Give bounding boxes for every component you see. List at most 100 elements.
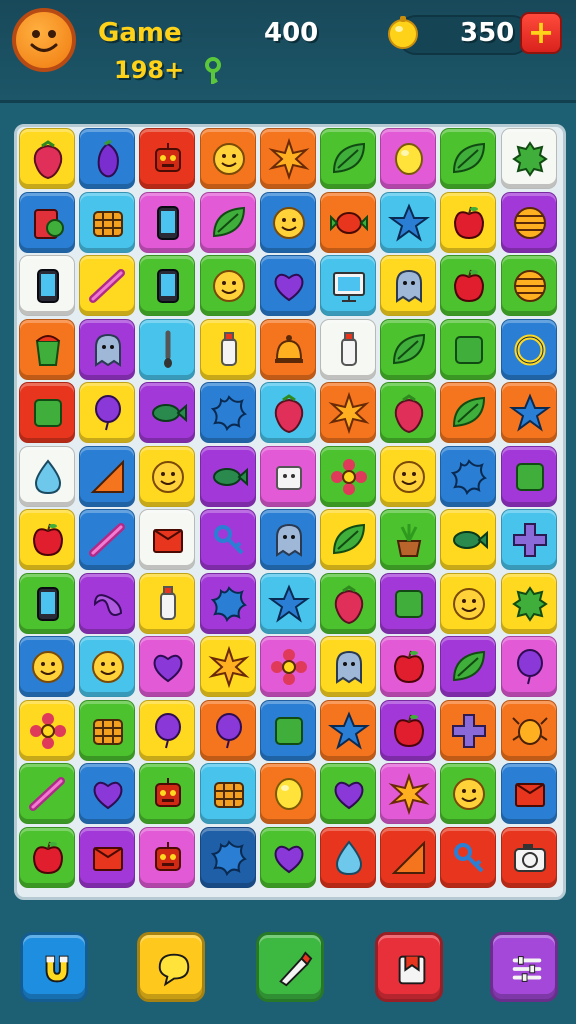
tile-2-2[interactable] xyxy=(139,255,196,316)
tile-10-8[interactable] xyxy=(500,763,557,824)
tile-5-6[interactable] xyxy=(380,445,437,507)
tile-11-7[interactable] xyxy=(440,826,497,888)
tile-1-1[interactable] xyxy=(79,191,136,253)
tile-11-0[interactable] xyxy=(19,826,75,888)
tile-0-4[interactable] xyxy=(259,128,316,189)
tile-5-5[interactable] xyxy=(320,445,376,507)
tile-7-3[interactable] xyxy=(199,572,256,634)
hammer-button[interactable] xyxy=(256,932,324,1002)
tile-4-5[interactable] xyxy=(320,382,376,443)
tile-11-1[interactable] xyxy=(79,826,136,888)
tile-11-5[interactable] xyxy=(320,826,376,888)
shop-button[interactable] xyxy=(375,932,443,1002)
tile-11-4[interactable] xyxy=(259,826,316,888)
magnet-button[interactable] xyxy=(20,932,88,1002)
tile-2-3[interactable] xyxy=(199,255,256,316)
tile-3-7[interactable] xyxy=(440,318,497,380)
tile-4-7[interactable] xyxy=(440,382,497,443)
tile-10-7[interactable] xyxy=(440,763,497,824)
tile-5-8[interactable] xyxy=(500,445,557,507)
tile-10-1[interactable] xyxy=(79,763,136,824)
tile-0-7[interactable] xyxy=(440,128,497,189)
tile-1-5[interactable] xyxy=(320,191,376,253)
tile-6-2[interactable] xyxy=(139,509,196,570)
tile-11-6[interactable] xyxy=(380,826,437,888)
tile-9-8[interactable] xyxy=(500,699,557,761)
tile-1-7[interactable] xyxy=(440,191,497,253)
tile-5-0[interactable] xyxy=(19,445,75,507)
tile-11-3[interactable] xyxy=(199,826,256,888)
tile-2-0[interactable] xyxy=(19,255,75,316)
tile-6-3[interactable] xyxy=(199,509,256,570)
tile-5-1[interactable] xyxy=(79,445,136,507)
tile-7-7[interactable] xyxy=(440,572,497,634)
tile-6-0[interactable] xyxy=(19,509,75,570)
tile-0-5[interactable] xyxy=(320,128,376,189)
tile-7-5[interactable] xyxy=(320,572,376,634)
tile-6-7[interactable] xyxy=(440,509,497,570)
tile-8-3[interactable] xyxy=(199,636,256,697)
tile-6-1[interactable] xyxy=(79,509,136,570)
tile-7-1[interactable] xyxy=(79,572,136,634)
chat-button[interactable] xyxy=(137,932,205,1002)
tile-3-4[interactable] xyxy=(259,318,316,380)
tile-3-0[interactable] xyxy=(19,318,75,380)
tile-2-4[interactable] xyxy=(259,255,316,316)
tile-4-8[interactable] xyxy=(500,382,557,443)
tile-2-5[interactable] xyxy=(320,255,376,316)
tile-10-6[interactable] xyxy=(380,763,437,824)
tile-5-3[interactable] xyxy=(199,445,256,507)
tile-4-3[interactable] xyxy=(199,382,256,443)
tile-5-4[interactable] xyxy=(259,445,316,507)
tile-0-6[interactable] xyxy=(380,128,437,189)
tile-7-6[interactable] xyxy=(380,572,437,634)
tile-3-5[interactable] xyxy=(320,318,376,380)
tile-1-4[interactable] xyxy=(259,191,316,253)
tile-10-0[interactable] xyxy=(19,763,75,824)
tile-3-2[interactable] xyxy=(139,318,196,380)
tile-8-0[interactable] xyxy=(19,636,75,697)
tile-6-6[interactable] xyxy=(380,509,437,570)
tile-4-2[interactable] xyxy=(139,382,196,443)
add-coins-button[interactable]: + xyxy=(520,12,562,54)
tile-2-1[interactable] xyxy=(79,255,136,316)
tile-0-2[interactable] xyxy=(139,128,196,189)
tile-2-6[interactable] xyxy=(380,255,437,316)
tile-0-3[interactable] xyxy=(199,128,256,189)
settings-button[interactable] xyxy=(490,932,558,1002)
tile-5-7[interactable] xyxy=(440,445,497,507)
tile-7-2[interactable] xyxy=(139,572,196,634)
tile-3-8[interactable] xyxy=(500,318,557,380)
tile-10-2[interactable] xyxy=(139,763,196,824)
tile-7-4[interactable] xyxy=(259,572,316,634)
tile-1-2[interactable] xyxy=(139,191,196,253)
tile-11-8[interactable] xyxy=(500,826,557,888)
tile-8-1[interactable] xyxy=(79,636,136,697)
tile-9-6[interactable] xyxy=(380,699,437,761)
tile-6-5[interactable] xyxy=(320,509,376,570)
tile-8-4[interactable] xyxy=(259,636,316,697)
tile-8-7[interactable] xyxy=(440,636,497,697)
tile-3-1[interactable] xyxy=(79,318,136,380)
tile-6-4[interactable] xyxy=(259,509,316,570)
tile-8-5[interactable] xyxy=(320,636,376,697)
tile-8-8[interactable] xyxy=(500,636,557,697)
tile-3-6[interactable] xyxy=(380,318,437,380)
tile-10-3[interactable] xyxy=(199,763,256,824)
tile-9-5[interactable] xyxy=(320,699,376,761)
tile-5-2[interactable] xyxy=(139,445,196,507)
tile-4-0[interactable] xyxy=(19,382,75,443)
tile-7-0[interactable] xyxy=(19,572,75,634)
tile-9-3[interactable] xyxy=(199,699,256,761)
tile-9-4[interactable] xyxy=(259,699,316,761)
tile-1-8[interactable] xyxy=(500,191,557,253)
tile-1-6[interactable] xyxy=(380,191,437,253)
tile-8-2[interactable] xyxy=(139,636,196,697)
tile-0-0[interactable] xyxy=(19,128,75,189)
tile-4-4[interactable] xyxy=(259,382,316,443)
tile-1-3[interactable] xyxy=(199,191,256,253)
tile-9-7[interactable] xyxy=(440,699,497,761)
tile-2-8[interactable] xyxy=(500,255,557,316)
tile-0-1[interactable] xyxy=(79,128,136,189)
tile-9-0[interactable] xyxy=(19,699,75,761)
